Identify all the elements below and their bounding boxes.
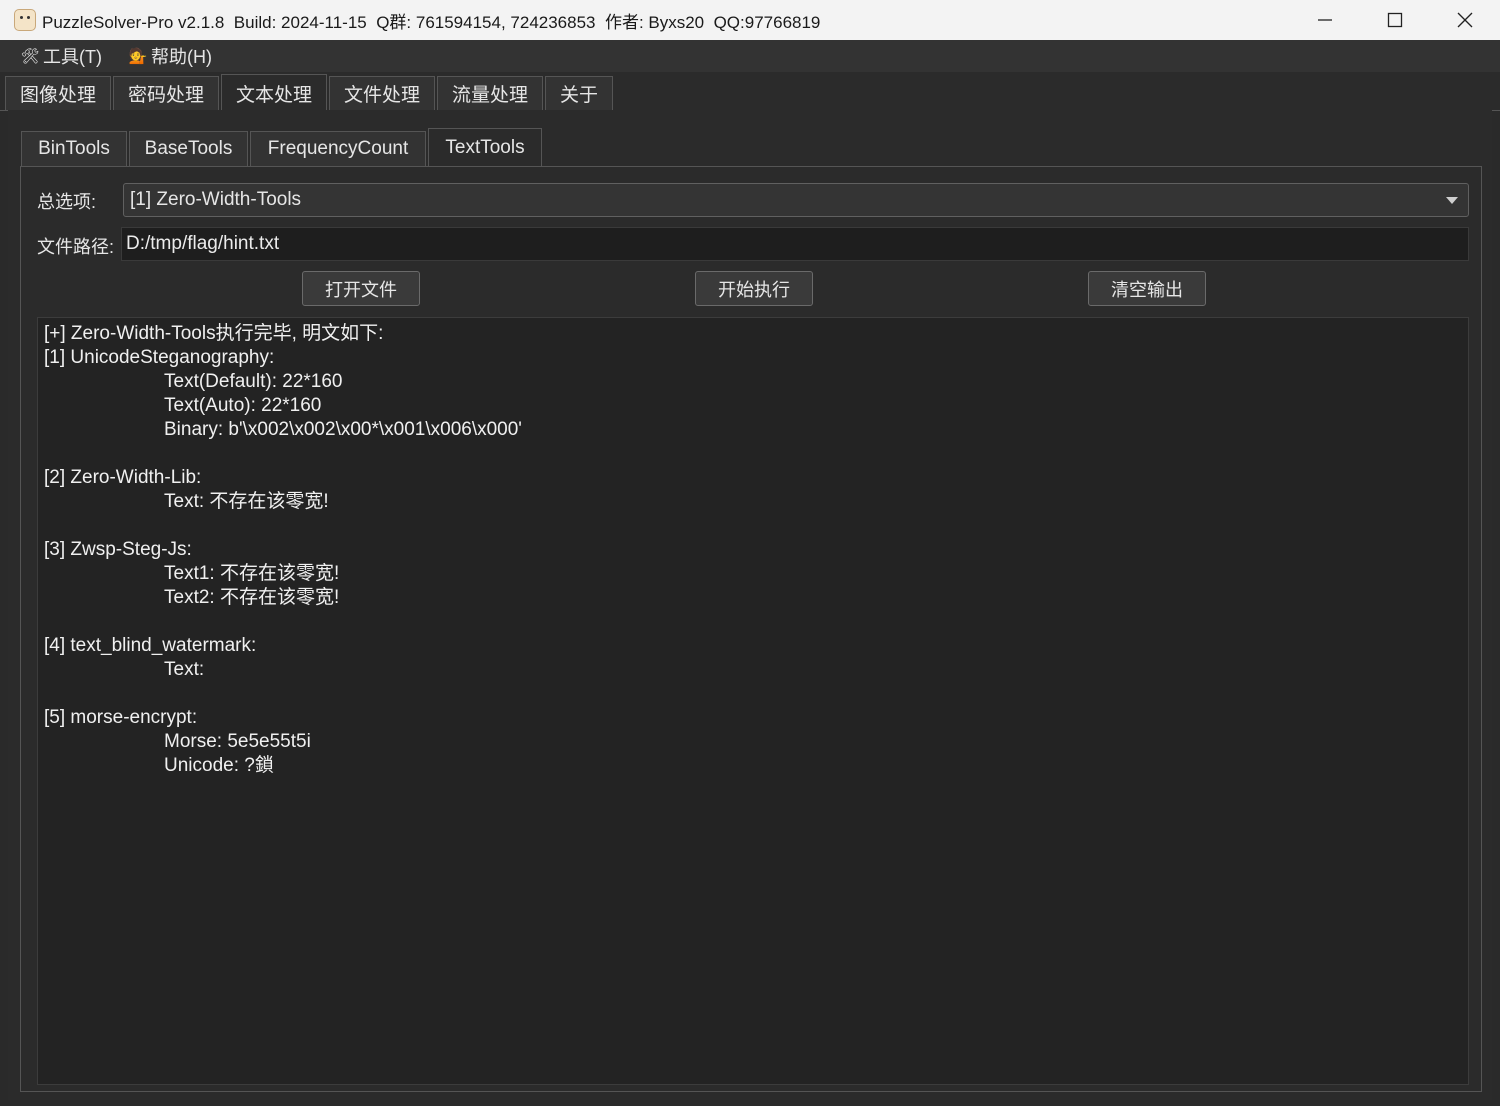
execute-button[interactable]: 开始执行 xyxy=(695,271,813,306)
clear-output-button[interactable]: 清空输出 xyxy=(1088,271,1206,306)
minimize-button[interactable] xyxy=(1290,0,1360,40)
tab-content: BinTools BaseTools FrequencyCount TextTo… xyxy=(8,110,1492,1100)
window-title: PuzzleSolver-Pro v2.1.8 Build: 2024-11-1… xyxy=(42,12,821,32)
menu-tools-label: 工具(T) xyxy=(43,47,102,67)
output-line: [+] Zero-Width-Tools执行完毕, 明文如下: xyxy=(44,323,384,344)
tab-label: 密码处理 xyxy=(127,85,204,106)
close-button[interactable] xyxy=(1430,0,1500,40)
output-line: [4] text_blind_watermark: xyxy=(44,635,257,656)
subtab-label: BaseTools xyxy=(144,138,233,159)
subtab-frequencycount[interactable]: FrequencyCount xyxy=(250,131,426,166)
tab-label: 流量处理 xyxy=(451,85,528,106)
subtab-texttools[interactable]: TextTools xyxy=(428,128,542,167)
subtab-label: TextTools xyxy=(445,137,525,158)
path-label: 文件路径: xyxy=(37,237,115,257)
help-person-icon: 💁 xyxy=(128,48,148,65)
output-line: Morse: 5e5e55t5i xyxy=(164,731,311,752)
sub-tab-bar: BinTools BaseTools FrequencyCount TextTo… xyxy=(8,128,1492,167)
output-line: [5] morse-encrypt: xyxy=(44,707,198,728)
chevron-down-icon xyxy=(1446,197,1458,204)
subtab-label: FrequencyCount xyxy=(267,138,409,159)
tab-label: 文本处理 xyxy=(235,84,312,106)
output-line: Binary: b'\x002\x002\x00*\x001\x006\x000… xyxy=(164,419,522,440)
menu-help[interactable]: 💁 帮助(H) xyxy=(128,43,212,69)
option-select[interactable]: [1] Zero-Width-Tools xyxy=(123,183,1469,217)
file-path-input[interactable] xyxy=(121,227,1469,261)
output-line: Text2: 不存在该零宽! xyxy=(164,587,340,608)
output-line: Text: 不存在该零宽! xyxy=(164,491,329,512)
option-label: 总选项: xyxy=(37,192,97,212)
subtab-label: BinTools xyxy=(38,138,110,159)
minimize-icon xyxy=(1318,19,1332,21)
menu-tools[interactable]: 🛠 工具(T) xyxy=(20,43,102,69)
app-logo-icon xyxy=(14,9,36,31)
tab-label: 关于 xyxy=(559,85,598,106)
tab-traffic-processing[interactable]: 流量处理 xyxy=(437,76,543,110)
output-line: Text: xyxy=(164,659,205,680)
maximize-button[interactable] xyxy=(1360,0,1430,40)
tab-label: 文件处理 xyxy=(343,85,420,106)
subtab-basetools[interactable]: BaseTools xyxy=(129,131,248,166)
output-line: Unicode: ?鎖 xyxy=(164,755,274,776)
window-controls xyxy=(1290,0,1500,40)
output-line: [3] Zwsp-Steg-Js: xyxy=(44,539,192,560)
option-selected-value: [1] Zero-Width-Tools xyxy=(130,189,302,210)
tab-text-processing[interactable]: 文本处理 xyxy=(221,74,327,111)
output-line: [2] Zero-Width-Lib: xyxy=(44,467,202,488)
title-bar: PuzzleSolver-Pro v2.1.8 Build: 2024-11-1… xyxy=(0,0,1500,40)
tab-label: 图像处理 xyxy=(19,85,96,106)
output-line: [1] UnicodeSteganography: xyxy=(44,347,275,368)
tab-about[interactable]: 关于 xyxy=(545,76,613,110)
output-line: Text1: 不存在该零宽! xyxy=(164,563,340,584)
subtab-bintools[interactable]: BinTools xyxy=(21,131,127,166)
main-tab-bar: 图像处理 密码处理 文本处理 文件处理 流量处理 关于 xyxy=(0,72,1500,111)
tools-icon: 🛠 xyxy=(20,48,40,65)
tab-crypto-processing[interactable]: 密码处理 xyxy=(113,76,219,110)
output-line: Text(Auto): 22*160 xyxy=(164,395,322,416)
close-icon xyxy=(1457,12,1473,28)
output-line: Text(Default): 22*160 xyxy=(164,371,343,392)
texttools-panel: 总选项: [1] Zero-Width-Tools 文件路径: 打开文件 开始执… xyxy=(20,166,1482,1092)
menu-help-label: 帮助(H) xyxy=(150,47,212,67)
tab-file-processing[interactable]: 文件处理 xyxy=(329,76,435,110)
tab-image-processing[interactable]: 图像处理 xyxy=(5,76,111,110)
open-file-button[interactable]: 打开文件 xyxy=(302,271,420,306)
output-textarea[interactable]: [+] Zero-Width-Tools执行完毕, 明文如下: [1] Unico… xyxy=(37,317,1469,1085)
menu-bar: 🛠 工具(T) 💁 帮助(H) xyxy=(0,40,1500,72)
maximize-icon xyxy=(1387,12,1403,28)
